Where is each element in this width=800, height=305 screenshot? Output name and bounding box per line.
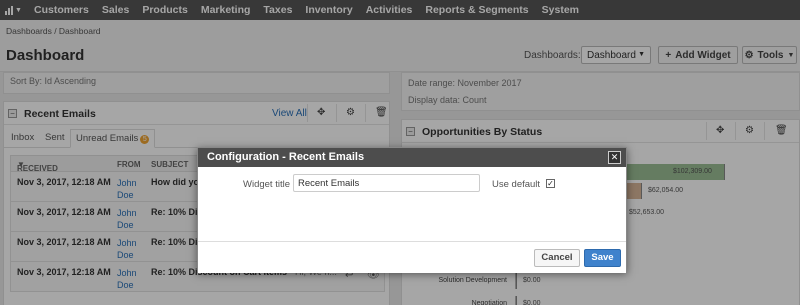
use-default-label: Use default	[492, 179, 541, 190]
cancel-button[interactable]: Cancel	[534, 249, 580, 267]
dialog-footer: Cancel Save	[198, 241, 626, 273]
widget-title-label: Widget title	[243, 179, 290, 190]
widget-title-input[interactable]: Recent Emails	[293, 174, 480, 192]
dialog-header: Configuration - Recent Emails ✕	[198, 148, 626, 167]
use-default-checkbox[interactable]: ✓	[546, 179, 555, 188]
configuration-dialog: Configuration - Recent Emails ✕ Widget t…	[197, 147, 627, 273]
close-icon[interactable]: ✕	[608, 151, 621, 164]
dialog-title: Configuration - Recent Emails	[207, 151, 365, 163]
save-button[interactable]: Save	[584, 249, 621, 267]
